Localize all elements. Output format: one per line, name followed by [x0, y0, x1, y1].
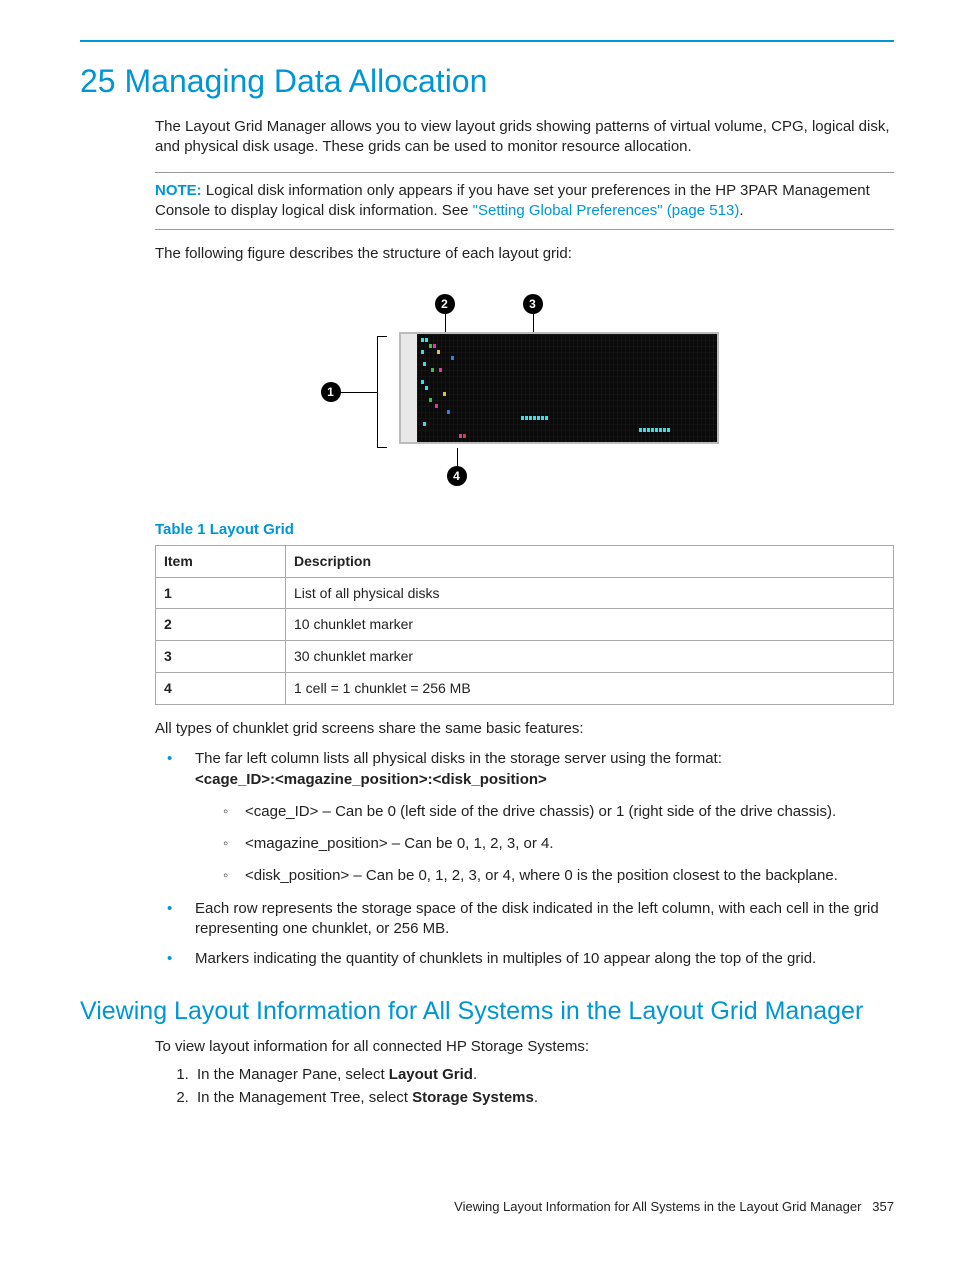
- section-heading: Viewing Layout Information for All Syste…: [80, 995, 894, 1029]
- note-box: NOTE: Logical disk information only appe…: [155, 172, 894, 231]
- layout-grid-thumbnail: [399, 332, 719, 444]
- figure-intro: The following figure describes the struc…: [155, 244, 894, 264]
- table-header-row: Item Description: [156, 545, 894, 577]
- list-item: <disk_position> – Can be 0, 1, 2, 3, or …: [213, 866, 894, 886]
- sub-list: <cage_ID> – Can be 0 (left side of the d…: [213, 802, 894, 887]
- cell-desc: 1 cell = 1 chunklet = 256 MB: [286, 673, 894, 705]
- chapter-number: 25: [80, 63, 116, 99]
- list-item: <cage_ID> – Can be 0 (left side of the d…: [213, 802, 894, 822]
- callout-stem: [341, 392, 377, 393]
- list-item: Markers indicating the quantity of chunk…: [155, 949, 894, 969]
- step-2b: Storage Systems: [412, 1089, 534, 1106]
- cell-desc: List of all physical disks: [286, 577, 894, 609]
- after-table-text: All types of chunklet grid screens share…: [155, 719, 894, 739]
- page-footer: Viewing Layout Information for All Syste…: [80, 1198, 894, 1216]
- top-rule: [80, 40, 894, 42]
- chapter-intro: The Layout Grid Manager allows you to vi…: [155, 117, 894, 158]
- list-item: Each row represents the storage space of…: [155, 899, 894, 940]
- cell-desc: 30 chunklet marker: [286, 641, 894, 673]
- list-item: The far left column lists all physical d…: [155, 749, 894, 886]
- chapter-title: Managing Data Allocation: [124, 63, 487, 99]
- cell-desc: 10 chunklet marker: [286, 609, 894, 641]
- bullet-1-text: The far left column lists all physical d…: [195, 750, 722, 767]
- layout-grid-figure: 2 3 1 4: [155, 292, 894, 480]
- callout-1-icon: 1: [321, 382, 341, 402]
- footer-text: Viewing Layout Information for All Syste…: [454, 1199, 861, 1214]
- th-desc: Description: [286, 545, 894, 577]
- table-caption: Table 1 Layout Grid: [155, 520, 894, 540]
- layout-grid-table: Item Description 1 List of all physical …: [155, 545, 894, 705]
- callout-4-icon: 4: [447, 466, 467, 486]
- step-2a: In the Management Tree, select: [197, 1089, 412, 1106]
- bracket-icon: [377, 336, 387, 448]
- callout-stem: [457, 448, 458, 466]
- footer-page-number: 357: [872, 1199, 894, 1214]
- th-item: Item: [156, 545, 286, 577]
- cell-item: 4: [156, 673, 286, 705]
- table-row: 4 1 cell = 1 chunklet = 256 MB: [156, 673, 894, 705]
- cell-item: 2: [156, 609, 286, 641]
- callout-3-icon: 3: [523, 294, 543, 314]
- cell-item: 1: [156, 577, 286, 609]
- step-1a: In the Manager Pane, select: [197, 1066, 389, 1083]
- step-1b: Layout Grid: [389, 1066, 473, 1083]
- table-row: 2 10 chunklet marker: [156, 609, 894, 641]
- list-item: In the Manager Pane, select Layout Grid.: [193, 1065, 894, 1085]
- callout-2-icon: 2: [435, 294, 455, 314]
- step-1c: .: [473, 1066, 477, 1083]
- note-xref-link[interactable]: "Setting Global Preferences" (page 513): [473, 202, 740, 219]
- cell-item: 3: [156, 641, 286, 673]
- section-intro: To view layout information for all conne…: [155, 1037, 894, 1057]
- feature-list: The far left column lists all physical d…: [155, 749, 894, 969]
- note-label: NOTE:: [155, 182, 202, 199]
- table-row: 1 List of all physical disks: [156, 577, 894, 609]
- chapter-heading: 25 Managing Data Allocation: [80, 60, 894, 103]
- note-suffix: .: [739, 202, 743, 219]
- list-item: In the Management Tree, select Storage S…: [193, 1088, 894, 1108]
- table-row: 3 30 chunklet marker: [156, 641, 894, 673]
- list-item: <magazine_position> – Can be 0, 1, 2, 3,…: [213, 834, 894, 854]
- steps-list: In the Manager Pane, select Layout Grid.…: [155, 1065, 894, 1108]
- bullet-1-bold: <cage_ID>:<magazine_position>:<disk_posi…: [195, 771, 547, 788]
- step-2c: .: [534, 1089, 538, 1106]
